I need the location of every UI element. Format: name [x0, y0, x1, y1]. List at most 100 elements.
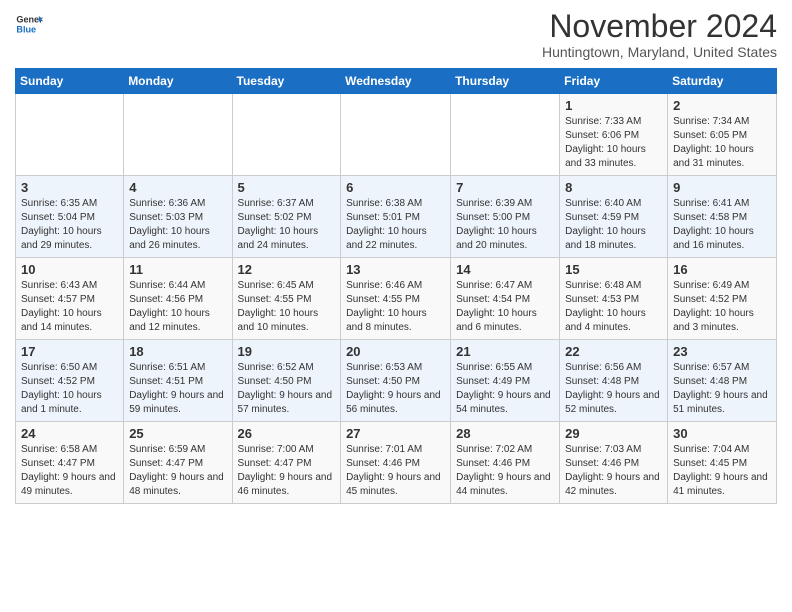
- calendar-cell: 21 Sunrise: 6:55 AM Sunset: 4:49 PM Dayli…: [451, 340, 560, 422]
- calendar-cell: 3 Sunrise: 6:35 AM Sunset: 5:04 PM Daylig…: [16, 176, 124, 258]
- calendar-week-row: 24 Sunrise: 6:58 AM Sunset: 4:47 PM Dayli…: [16, 422, 777, 504]
- calendar-cell: 7 Sunrise: 6:39 AM Sunset: 5:00 PM Daylig…: [451, 176, 560, 258]
- calendar-cell: [451, 94, 560, 176]
- day-number: 3: [21, 180, 118, 195]
- day-number: 21: [456, 344, 554, 359]
- day-number: 11: [129, 262, 226, 277]
- calendar-cell: 27 Sunrise: 7:01 AM Sunset: 4:46 PM Dayli…: [341, 422, 451, 504]
- calendar-week-row: 17 Sunrise: 6:50 AM Sunset: 4:52 PM Dayli…: [16, 340, 777, 422]
- day-info: Sunrise: 7:33 AM Sunset: 6:06 PM Dayligh…: [565, 115, 662, 171]
- day-info: Sunrise: 6:37 AM Sunset: 5:02 PM Dayligh…: [238, 197, 336, 253]
- day-number: 16: [673, 262, 771, 277]
- calendar-cell: 24 Sunrise: 6:58 AM Sunset: 4:47 PM Dayli…: [16, 422, 124, 504]
- calendar-cell: 10Sunrise: 6:43 AM Sunset: 4:57 PM Dayli…: [16, 258, 124, 340]
- day-number: 6: [346, 180, 445, 195]
- calendar-cell: 13 Sunrise: 6:46 AM Sunset: 4:55 PM Dayli…: [341, 258, 451, 340]
- calendar-cell: 23 Sunrise: 6:57 AM Sunset: 4:48 PM Dayli…: [668, 340, 777, 422]
- day-info: Sunrise: 6:43 AM Sunset: 4:57 PM Dayligh…: [21, 279, 118, 335]
- day-number: 8: [565, 180, 662, 195]
- day-info: Sunrise: 6:39 AM Sunset: 5:00 PM Dayligh…: [456, 197, 554, 253]
- day-number: 27: [346, 426, 445, 441]
- day-number: 29: [565, 426, 662, 441]
- day-info: Sunrise: 6:46 AM Sunset: 4:55 PM Dayligh…: [346, 279, 445, 335]
- day-number: 23: [673, 344, 771, 359]
- calendar-cell: 28 Sunrise: 7:02 AM Sunset: 4:46 PM Dayli…: [451, 422, 560, 504]
- day-number: 2: [673, 98, 771, 113]
- day-of-week-header: Saturday: [668, 69, 777, 94]
- day-number: 15: [565, 262, 662, 277]
- calendar-cell: 20 Sunrise: 6:53 AM Sunset: 4:50 PM Dayli…: [341, 340, 451, 422]
- day-number: 30: [673, 426, 771, 441]
- day-of-week-header: Thursday: [451, 69, 560, 94]
- day-info: Sunrise: 6:52 AM Sunset: 4:50 PM Dayligh…: [238, 361, 336, 417]
- day-number: 24: [21, 426, 118, 441]
- calendar-cell: [124, 94, 232, 176]
- calendar-cell: 2 Sunrise: 7:34 AM Sunset: 6:05 PM Daylig…: [668, 94, 777, 176]
- day-info: Sunrise: 6:38 AM Sunset: 5:01 PM Dayligh…: [346, 197, 445, 253]
- day-number: 19: [238, 344, 336, 359]
- calendar-cell: 6 Sunrise: 6:38 AM Sunset: 5:01 PM Daylig…: [341, 176, 451, 258]
- day-info: Sunrise: 6:57 AM Sunset: 4:48 PM Dayligh…: [673, 361, 771, 417]
- calendar-cell: [16, 94, 124, 176]
- day-info: Sunrise: 7:02 AM Sunset: 4:46 PM Dayligh…: [456, 443, 554, 499]
- day-info: Sunrise: 6:48 AM Sunset: 4:53 PM Dayligh…: [565, 279, 662, 335]
- day-info: Sunrise: 6:51 AM Sunset: 4:51 PM Dayligh…: [129, 361, 226, 417]
- logo: General Blue: [15, 10, 43, 38]
- day-of-week-header: Friday: [560, 69, 668, 94]
- calendar-cell: 14 Sunrise: 6:47 AM Sunset: 4:54 PM Dayli…: [451, 258, 560, 340]
- day-number: 13: [346, 262, 445, 277]
- calendar-cell: 18 Sunrise: 6:51 AM Sunset: 4:51 PM Dayli…: [124, 340, 232, 422]
- day-number: 12: [238, 262, 336, 277]
- day-number: 28: [456, 426, 554, 441]
- day-info: Sunrise: 6:49 AM Sunset: 4:52 PM Dayligh…: [673, 279, 771, 335]
- page-header: General Blue November 2024 Huntingtown, …: [15, 10, 777, 60]
- logo-icon: General Blue: [15, 10, 43, 38]
- day-info: Sunrise: 6:44 AM Sunset: 4:56 PM Dayligh…: [129, 279, 226, 335]
- calendar-cell: [341, 94, 451, 176]
- calendar-table: SundayMondayTuesdayWednesdayThursdayFrid…: [15, 68, 777, 504]
- title-block: November 2024 Huntingtown, Maryland, Uni…: [542, 10, 777, 60]
- day-info: Sunrise: 6:35 AM Sunset: 5:04 PM Dayligh…: [21, 197, 118, 253]
- calendar-cell: 15 Sunrise: 6:48 AM Sunset: 4:53 PM Dayli…: [560, 258, 668, 340]
- day-info: Sunrise: 7:34 AM Sunset: 6:05 PM Dayligh…: [673, 115, 771, 171]
- day-of-week-header: Monday: [124, 69, 232, 94]
- calendar-week-row: 3 Sunrise: 6:35 AM Sunset: 5:04 PM Daylig…: [16, 176, 777, 258]
- day-info: Sunrise: 7:03 AM Sunset: 4:46 PM Dayligh…: [565, 443, 662, 499]
- calendar-cell: 1Sunrise: 7:33 AM Sunset: 6:06 PM Daylig…: [560, 94, 668, 176]
- day-number: 14: [456, 262, 554, 277]
- calendar-cell: 16 Sunrise: 6:49 AM Sunset: 4:52 PM Dayli…: [668, 258, 777, 340]
- day-info: Sunrise: 7:01 AM Sunset: 4:46 PM Dayligh…: [346, 443, 445, 499]
- day-number: 17: [21, 344, 118, 359]
- day-number: 9: [673, 180, 771, 195]
- day-info: Sunrise: 6:58 AM Sunset: 4:47 PM Dayligh…: [21, 443, 118, 499]
- calendar-cell: 25 Sunrise: 6:59 AM Sunset: 4:47 PM Dayli…: [124, 422, 232, 504]
- day-of-week-header: Wednesday: [341, 69, 451, 94]
- svg-text:Blue: Blue: [16, 24, 36, 34]
- day-info: Sunrise: 7:00 AM Sunset: 4:47 PM Dayligh…: [238, 443, 336, 499]
- calendar-cell: 11 Sunrise: 6:44 AM Sunset: 4:56 PM Dayli…: [124, 258, 232, 340]
- calendar-cell: [232, 94, 341, 176]
- day-info: Sunrise: 6:36 AM Sunset: 5:03 PM Dayligh…: [129, 197, 226, 253]
- calendar-cell: 4Sunrise: 6:36 AM Sunset: 5:03 PM Daylig…: [124, 176, 232, 258]
- day-number: 5: [238, 180, 336, 195]
- calendar-header-row: SundayMondayTuesdayWednesdayThursdayFrid…: [16, 69, 777, 94]
- calendar-cell: 22Sunrise: 6:56 AM Sunset: 4:48 PM Dayli…: [560, 340, 668, 422]
- day-info: Sunrise: 6:59 AM Sunset: 4:47 PM Dayligh…: [129, 443, 226, 499]
- day-info: Sunrise: 6:47 AM Sunset: 4:54 PM Dayligh…: [456, 279, 554, 335]
- day-info: Sunrise: 6:53 AM Sunset: 4:50 PM Dayligh…: [346, 361, 445, 417]
- month-title: November 2024: [542, 10, 777, 42]
- day-number: 25: [129, 426, 226, 441]
- day-info: Sunrise: 6:50 AM Sunset: 4:52 PM Dayligh…: [21, 361, 118, 417]
- day-number: 20: [346, 344, 445, 359]
- day-number: 18: [129, 344, 226, 359]
- calendar-cell: 29 Sunrise: 7:03 AM Sunset: 4:46 PM Dayli…: [560, 422, 668, 504]
- day-info: Sunrise: 6:55 AM Sunset: 4:49 PM Dayligh…: [456, 361, 554, 417]
- day-number: 7: [456, 180, 554, 195]
- day-number: 26: [238, 426, 336, 441]
- calendar-cell: 9 Sunrise: 6:41 AM Sunset: 4:58 PM Daylig…: [668, 176, 777, 258]
- calendar-cell: 8Sunrise: 6:40 AM Sunset: 4:59 PM Daylig…: [560, 176, 668, 258]
- calendar-cell: 19 Sunrise: 6:52 AM Sunset: 4:50 PM Dayli…: [232, 340, 341, 422]
- day-info: Sunrise: 6:41 AM Sunset: 4:58 PM Dayligh…: [673, 197, 771, 253]
- location: Huntingtown, Maryland, United States: [542, 44, 777, 60]
- day-info: Sunrise: 6:56 AM Sunset: 4:48 PM Dayligh…: [565, 361, 662, 417]
